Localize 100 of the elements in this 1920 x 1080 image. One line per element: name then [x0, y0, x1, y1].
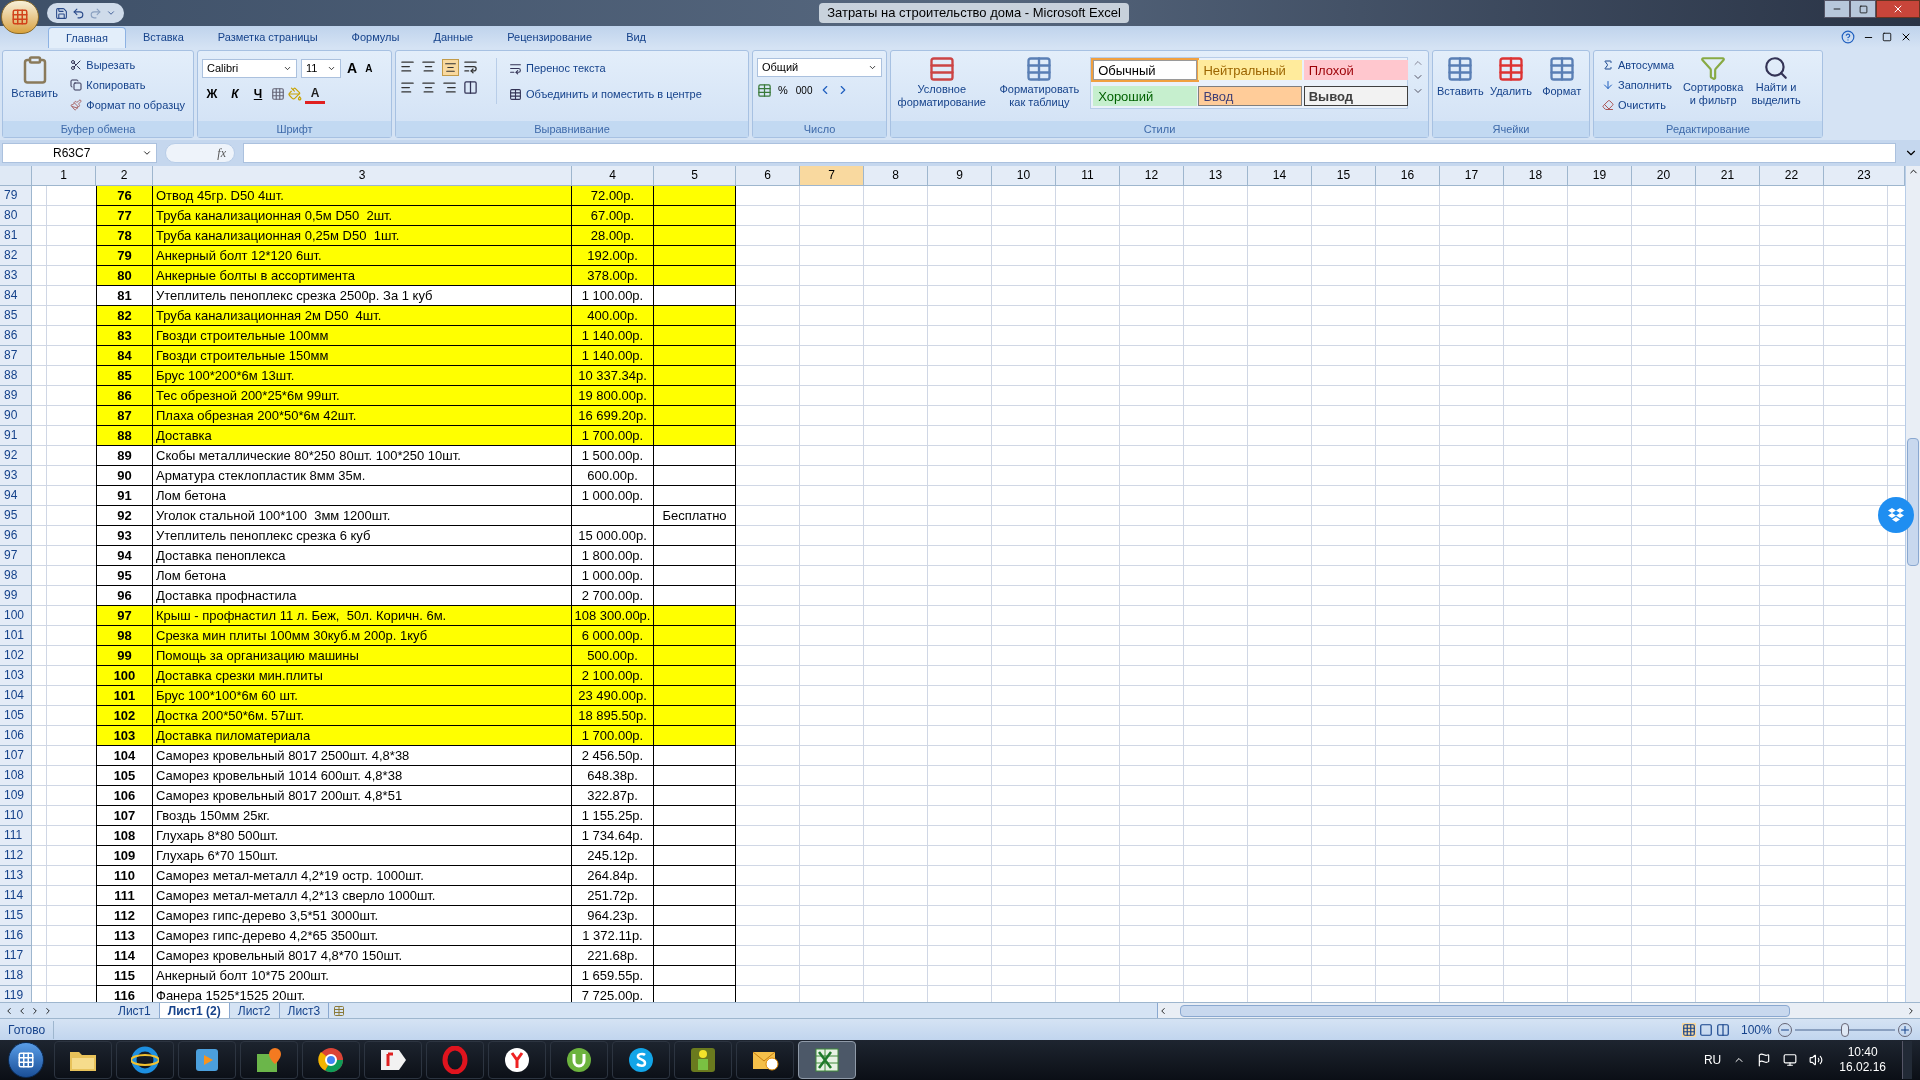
wrap-text-button[interactable]: Перенос текста: [505, 58, 706, 78]
cell-style[interactable]: Хороший: [1093, 86, 1198, 106]
column-header[interactable]: 9: [928, 166, 992, 186]
row-header[interactable]: 82: [0, 246, 32, 266]
row-header[interactable]: 115: [0, 906, 32, 926]
customize-icon[interactable]: [106, 8, 116, 18]
column-header[interactable]: 6: [736, 166, 800, 186]
row-header[interactable]: 103: [0, 666, 32, 686]
column-header[interactable]: 5: [654, 166, 736, 186]
row-header[interactable]: 96: [0, 526, 32, 546]
flag-icon[interactable]: [1757, 1053, 1772, 1067]
format-painter-button[interactable]: Формат по образцу: [66, 95, 189, 115]
autosum-button[interactable]: Автосумма: [1598, 55, 1679, 75]
column-header[interactable]: 20: [1632, 166, 1696, 186]
sort-filter-button[interactable]: Сортировка и фильтр: [1682, 55, 1745, 107]
cut-button[interactable]: Вырезать: [66, 55, 189, 75]
prev-sheet-icon[interactable]: [17, 1005, 27, 1016]
ribbon-tab[interactable]: Главная: [48, 27, 126, 48]
cell-style[interactable]: Вывод: [1303, 86, 1408, 106]
taskbar-button[interactable]: [178, 1041, 236, 1079]
taskbar-button[interactable]: [612, 1041, 670, 1079]
row-header[interactable]: 87: [0, 346, 32, 366]
first-sheet-icon[interactable]: [4, 1005, 14, 1016]
column-header[interactable]: 12: [1120, 166, 1184, 186]
page-break-icon[interactable]: [1716, 1022, 1730, 1037]
row-header[interactable]: 108: [0, 766, 32, 786]
taskbar-button[interactable]: [302, 1041, 360, 1079]
minimize-button[interactable]: [1824, 0, 1850, 18]
row-header[interactable]: 116: [0, 926, 32, 946]
column-header[interactable]: 13: [1184, 166, 1248, 186]
column-header[interactable]: 7: [800, 166, 864, 186]
cell-style[interactable]: Плохой: [1303, 60, 1408, 80]
column-header[interactable]: 21: [1696, 166, 1760, 186]
language-indicator[interactable]: RU: [1703, 1051, 1722, 1069]
find-select-button[interactable]: Найти и выделить: [1748, 55, 1805, 107]
align-bottom-button[interactable]: [442, 59, 459, 76]
column-header[interactable]: 8: [864, 166, 928, 186]
copy-button[interactable]: Копировать: [66, 75, 189, 95]
row-header[interactable]: 112: [0, 846, 32, 866]
fill-button[interactable]: Заполнить: [1598, 75, 1679, 95]
column-header[interactable]: 2: [96, 166, 153, 186]
percent-button[interactable]: %: [776, 82, 790, 99]
ribbon-tab[interactable]: Вставка: [125, 27, 201, 48]
align-center-icon[interactable]: [421, 80, 436, 95]
cell-style[interactable]: Нейтральный: [1198, 60, 1303, 80]
row-header[interactable]: 81: [0, 226, 32, 246]
row-header[interactable]: 104: [0, 686, 32, 706]
taskbar-button[interactable]: [674, 1041, 732, 1079]
volume-icon[interactable]: [1809, 1053, 1824, 1067]
font-name-field[interactable]: Calibri: [202, 59, 297, 78]
row-header[interactable]: 89: [0, 386, 32, 406]
new-sheet-icon[interactable]: [333, 1004, 346, 1017]
restore-button[interactable]: [1850, 0, 1876, 18]
page-layout-icon[interactable]: [1699, 1022, 1713, 1037]
align-top-icon[interactable]: [400, 59, 415, 74]
cell-style[interactable]: Обычный: [1093, 60, 1198, 80]
row-header[interactable]: 109: [0, 786, 32, 806]
format-button[interactable]: Формат: [1538, 55, 1585, 100]
formula-field[interactable]: [243, 143, 1896, 163]
ribbon-tab[interactable]: Данные: [416, 27, 491, 48]
column-header[interactable]: 1: [32, 166, 96, 186]
scroll-thumb[interactable]: [1180, 1004, 1790, 1017]
scroll-right-icon[interactable]: [1906, 1005, 1916, 1016]
column-header[interactable]: 16: [1376, 166, 1440, 186]
row-header[interactable]: 83: [0, 266, 32, 286]
column-header[interactable]: 18: [1504, 166, 1568, 186]
ribbon-tab[interactable]: Формулы: [334, 27, 417, 48]
align-right-icon[interactable]: [442, 80, 457, 95]
row-header[interactable]: 101: [0, 626, 32, 646]
taskbar-button[interactable]: [116, 1041, 174, 1079]
cell-style[interactable]: Ввод: [1198, 86, 1303, 106]
start-button[interactable]: [8, 1042, 44, 1078]
row-header[interactable]: 110: [0, 806, 32, 826]
font-color-button[interactable]: A: [305, 84, 325, 104]
row-header[interactable]: 114: [0, 886, 32, 906]
column-header[interactable]: 17: [1440, 166, 1504, 186]
help-icon[interactable]: [1841, 30, 1855, 44]
slider-thumb[interactable]: [1841, 1022, 1849, 1037]
underline-button[interactable]: Ч: [248, 84, 268, 104]
shrink-font-button[interactable]: A: [363, 61, 375, 76]
paste-button[interactable]: Вставить: [7, 55, 63, 102]
ribbon-tab[interactable]: Разметка страницы: [200, 27, 335, 48]
row-header[interactable]: 92: [0, 446, 32, 466]
name-box[interactable]: R63C7: [2, 143, 157, 163]
row-header[interactable]: 99: [0, 586, 32, 606]
horizontal-scrollbar[interactable]: [1157, 1003, 1920, 1018]
row-header[interactable]: 90: [0, 406, 32, 426]
network-icon[interactable]: [1783, 1053, 1798, 1067]
row-header[interactable]: 97: [0, 546, 32, 566]
row-header[interactable]: 113: [0, 866, 32, 886]
column-header[interactable]: 10: [992, 166, 1056, 186]
save-icon[interactable]: [55, 6, 68, 20]
row-header[interactable]: 107: [0, 746, 32, 766]
ribbon-tab[interactable]: Рецензирование: [490, 27, 610, 48]
close-icon[interactable]: [1900, 31, 1912, 43]
ribbon-tab[interactable]: Вид: [609, 27, 664, 48]
font-size-field[interactable]: 11: [301, 59, 341, 78]
taskbar-button[interactable]: [798, 1041, 856, 1079]
scroll-left-icon[interactable]: [1158, 1005, 1168, 1016]
column-header[interactable]: 3: [153, 166, 572, 186]
